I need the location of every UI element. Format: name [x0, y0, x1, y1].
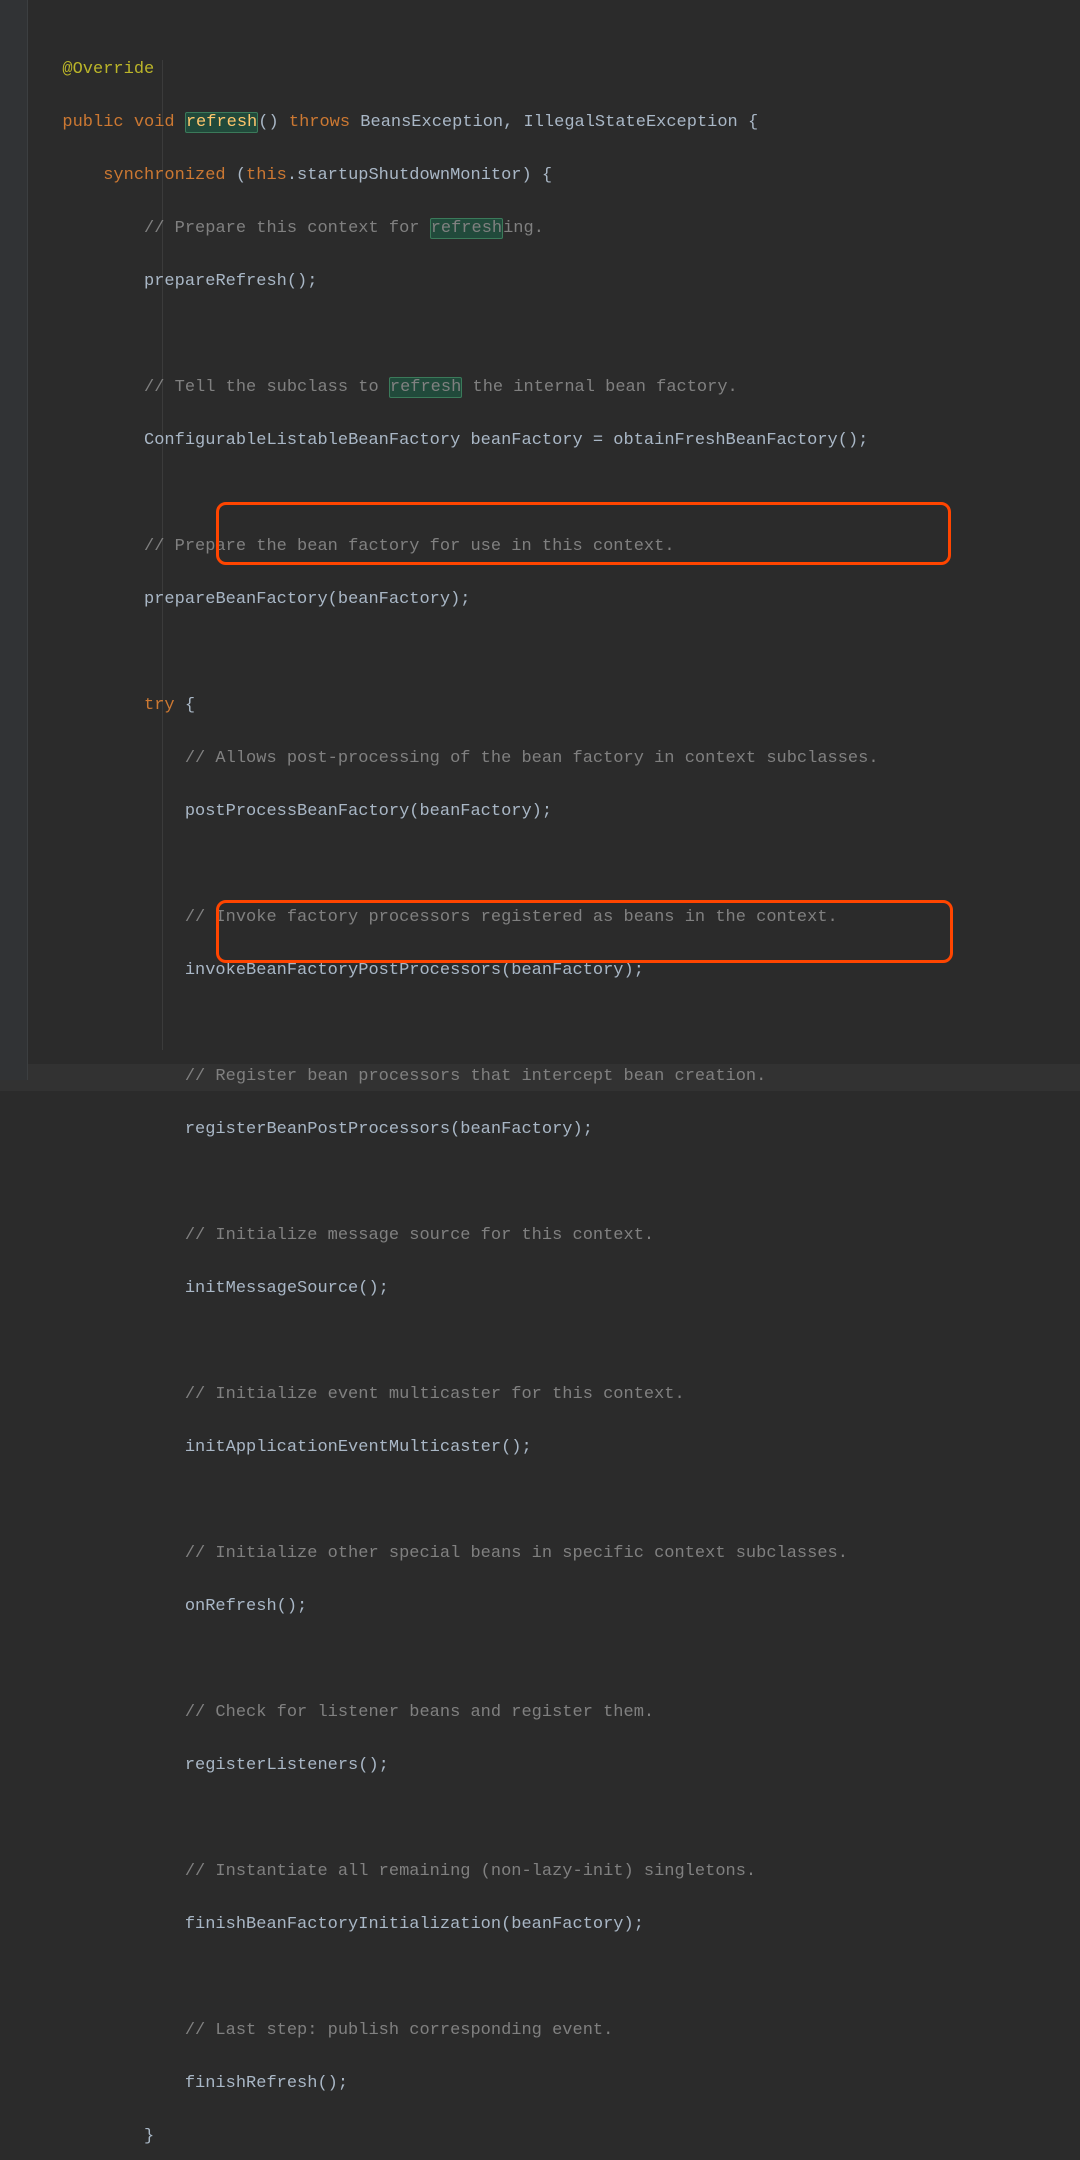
comment: // Register bean processors that interce…	[185, 1067, 767, 1086]
call-finishBeanFactoryInitialization: finishBeanFactoryInitialization(beanFact…	[185, 1915, 644, 1934]
blank-line	[42, 322, 1080, 349]
code-line: postProcessBeanFactory(beanFactory);	[42, 799, 1080, 826]
comment: // Prepare this context for refreshing.	[144, 218, 544, 239]
code-line: prepareBeanFactory(beanFactory);	[42, 587, 1080, 614]
comment: // Initialize other special beans in spe…	[185, 1544, 848, 1563]
call-onRefresh: onRefresh();	[185, 1597, 307, 1616]
call-registerBeanPostProcessors: registerBeanPostProcessors(beanFactory);	[185, 1120, 593, 1139]
comment: // Tell the subclass to refresh the inte…	[144, 377, 738, 398]
blank-line	[42, 1488, 1080, 1515]
comment: // Initialize event multicaster for this…	[185, 1385, 685, 1404]
code-line: // Initialize event multicaster for this…	[42, 1382, 1080, 1409]
code-line: public void refresh() throws BeansExcept…	[42, 110, 1080, 137]
comment: // Prepare the bean factory for use in t…	[144, 537, 675, 556]
code-line: initApplicationEventMulticaster();	[42, 1435, 1080, 1462]
call-obtainFreshBeanFactory: ConfigurableListableBeanFactory beanFact…	[144, 431, 868, 450]
method-name: refresh	[185, 112, 258, 133]
call-registerListeners: registerListeners();	[185, 1756, 389, 1775]
code-line: @Override	[42, 57, 1080, 84]
blank-line	[42, 1329, 1080, 1356]
code-line: synchronized (this.startupShutdownMonito…	[42, 163, 1080, 190]
kw-try: try	[144, 696, 175, 715]
blank-line	[42, 1170, 1080, 1197]
call-postProcessBeanFactory: postProcessBeanFactory(beanFactory);	[185, 802, 552, 821]
blank-line	[42, 640, 1080, 667]
comment: // Invoke factory processors registered …	[185, 908, 838, 927]
code-line: // Last step: publish corresponding even…	[42, 2018, 1080, 2045]
call-invokeBeanFactoryPostProcessors: invokeBeanFactoryPostProcessors(beanFact…	[185, 961, 644, 980]
code-line: // Prepare this context for refreshing.	[42, 216, 1080, 243]
comment: // Instantiate all remaining (non-lazy-i…	[185, 1862, 756, 1881]
code-line: prepareRefresh();	[42, 269, 1080, 296]
code-line: registerBeanPostProcessors(beanFactory);	[42, 1117, 1080, 1144]
comment: // Initialize message source for this co…	[185, 1226, 654, 1245]
kw-synchronized: synchronized	[103, 166, 225, 185]
code-line: // Prepare the bean factory for use in t…	[42, 534, 1080, 561]
code-line: // Initialize other special beans in spe…	[42, 1541, 1080, 1568]
comment: // Last step: publish corresponding even…	[185, 2021, 613, 2040]
blank-line	[42, 1647, 1080, 1674]
code-line: invokeBeanFactoryPostProcessors(beanFact…	[42, 958, 1080, 985]
code-line: // Initialize message source for this co…	[42, 1223, 1080, 1250]
blank-line	[42, 481, 1080, 508]
code-line: finishBeanFactoryInitialization(beanFact…	[42, 1912, 1080, 1939]
blank-line	[42, 1806, 1080, 1833]
annotation: @Override	[62, 60, 154, 79]
blank-line	[42, 1965, 1080, 1992]
code-line: // Instantiate all remaining (non-lazy-i…	[42, 1859, 1080, 1886]
code-editor[interactable]: @Override public void refresh() throws B…	[18, 0, 1080, 2160]
call-finishRefresh: finishRefresh();	[185, 2074, 348, 2093]
call-initApplicationEventMulticaster: initApplicationEventMulticaster();	[185, 1438, 532, 1457]
call-prepareBeanFactory: prepareBeanFactory(beanFactory);	[144, 590, 470, 609]
comment: // Allows post-processing of the bean fa…	[185, 749, 879, 768]
code-line: finishRefresh();	[42, 2071, 1080, 2098]
call-prepareRefresh: prepareRefresh();	[144, 272, 317, 291]
code-line: registerListeners();	[42, 1753, 1080, 1780]
code-line: // Register bean processors that interce…	[42, 1064, 1080, 1091]
call-initMessageSource: initMessageSource();	[185, 1279, 389, 1298]
code-line: }	[42, 2124, 1080, 2151]
code-line: // Check for listener beans and register…	[42, 1700, 1080, 1727]
comment: // Check for listener beans and register…	[185, 1703, 654, 1722]
code-line: onRefresh();	[42, 1594, 1080, 1621]
code-line: // Invoke factory processors registered …	[42, 905, 1080, 932]
blank-line	[42, 1011, 1080, 1038]
code-line: // Allows post-processing of the bean fa…	[42, 746, 1080, 773]
kw-public: public	[62, 113, 123, 132]
code-line: // Tell the subclass to refresh the inte…	[42, 375, 1080, 402]
blank-line	[42, 852, 1080, 879]
code-line: initMessageSource();	[42, 1276, 1080, 1303]
code-line: try {	[42, 693, 1080, 720]
code-line: ConfigurableListableBeanFactory beanFact…	[42, 428, 1080, 455]
kw-throws: throws	[289, 113, 350, 132]
kw-void: void	[134, 113, 175, 132]
